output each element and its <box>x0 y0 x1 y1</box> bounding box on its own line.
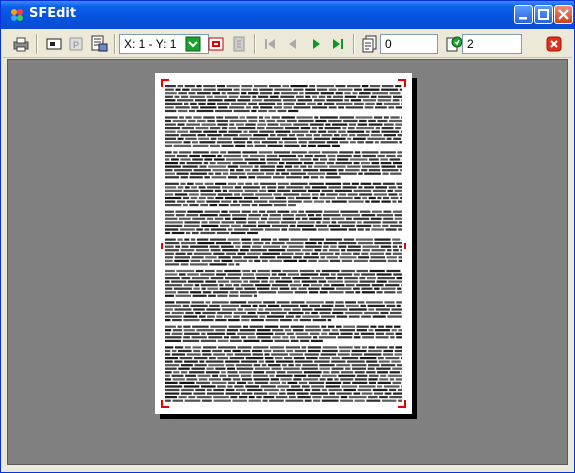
page-green-icon <box>446 36 463 52</box>
scan-icon <box>91 35 108 52</box>
close-red-icon <box>546 36 562 52</box>
screen-icon <box>46 38 62 50</box>
minimize-button[interactable] <box>514 5 533 24</box>
scan-button[interactable] <box>89 34 109 54</box>
close-button[interactable] <box>554 5 573 24</box>
app-icon <box>11 9 23 21</box>
close-icon <box>558 9 569 20</box>
maximize-icon <box>538 9 549 20</box>
p-icon: P <box>69 37 83 51</box>
window-title: SFEdit <box>29 6 77 21</box>
document-page[interactable] <box>155 73 412 414</box>
next-page-icon <box>313 39 320 49</box>
pages-button[interactable] <box>360 34 380 54</box>
gray-tool-button[interactable] <box>229 34 249 54</box>
page-count-field[interactable]: 0 <box>380 34 438 54</box>
p-button[interactable]: P <box>66 34 86 54</box>
title-bar[interactable]: SFEdit <box>1 1 574 29</box>
svg-text:P: P <box>73 40 79 50</box>
scanned-text <box>165 85 402 402</box>
print-button[interactable] <box>11 34 31 54</box>
printer-icon <box>13 37 29 52</box>
red-box-icon <box>208 37 224 51</box>
page-number-button[interactable] <box>444 34 464 54</box>
green-check-icon <box>185 36 201 52</box>
red-tool-button[interactable] <box>206 34 226 54</box>
confirm-button[interactable] <box>183 34 203 54</box>
prev-page-icon <box>289 39 296 49</box>
last-page-button[interactable] <box>328 34 348 54</box>
first-page-button[interactable] <box>260 34 280 54</box>
gray-tool-icon <box>233 36 245 52</box>
close-document-button[interactable] <box>544 34 564 54</box>
page-count-value: 0 <box>385 37 392 51</box>
minimize-icon <box>519 17 527 20</box>
screen-button[interactable] <box>44 34 64 54</box>
toolbar: P X: 1 - Y: 1 0 2 <box>3 31 572 58</box>
app-window: SFEdit P X: 1 - Y: 1 0 2 <box>0 0 575 473</box>
page-number-field[interactable]: 2 <box>462 34 522 54</box>
next-page-button[interactable] <box>306 34 326 54</box>
last-page-icon <box>333 39 343 49</box>
page-number-value: 2 <box>467 37 474 51</box>
document-canvas[interactable] <box>7 59 568 465</box>
prev-page-button[interactable] <box>283 34 303 54</box>
coords-text: X: 1 - Y: 1 <box>124 37 177 51</box>
pages-icon <box>362 35 377 53</box>
maximize-button[interactable] <box>534 5 553 24</box>
first-page-icon <box>265 39 275 49</box>
